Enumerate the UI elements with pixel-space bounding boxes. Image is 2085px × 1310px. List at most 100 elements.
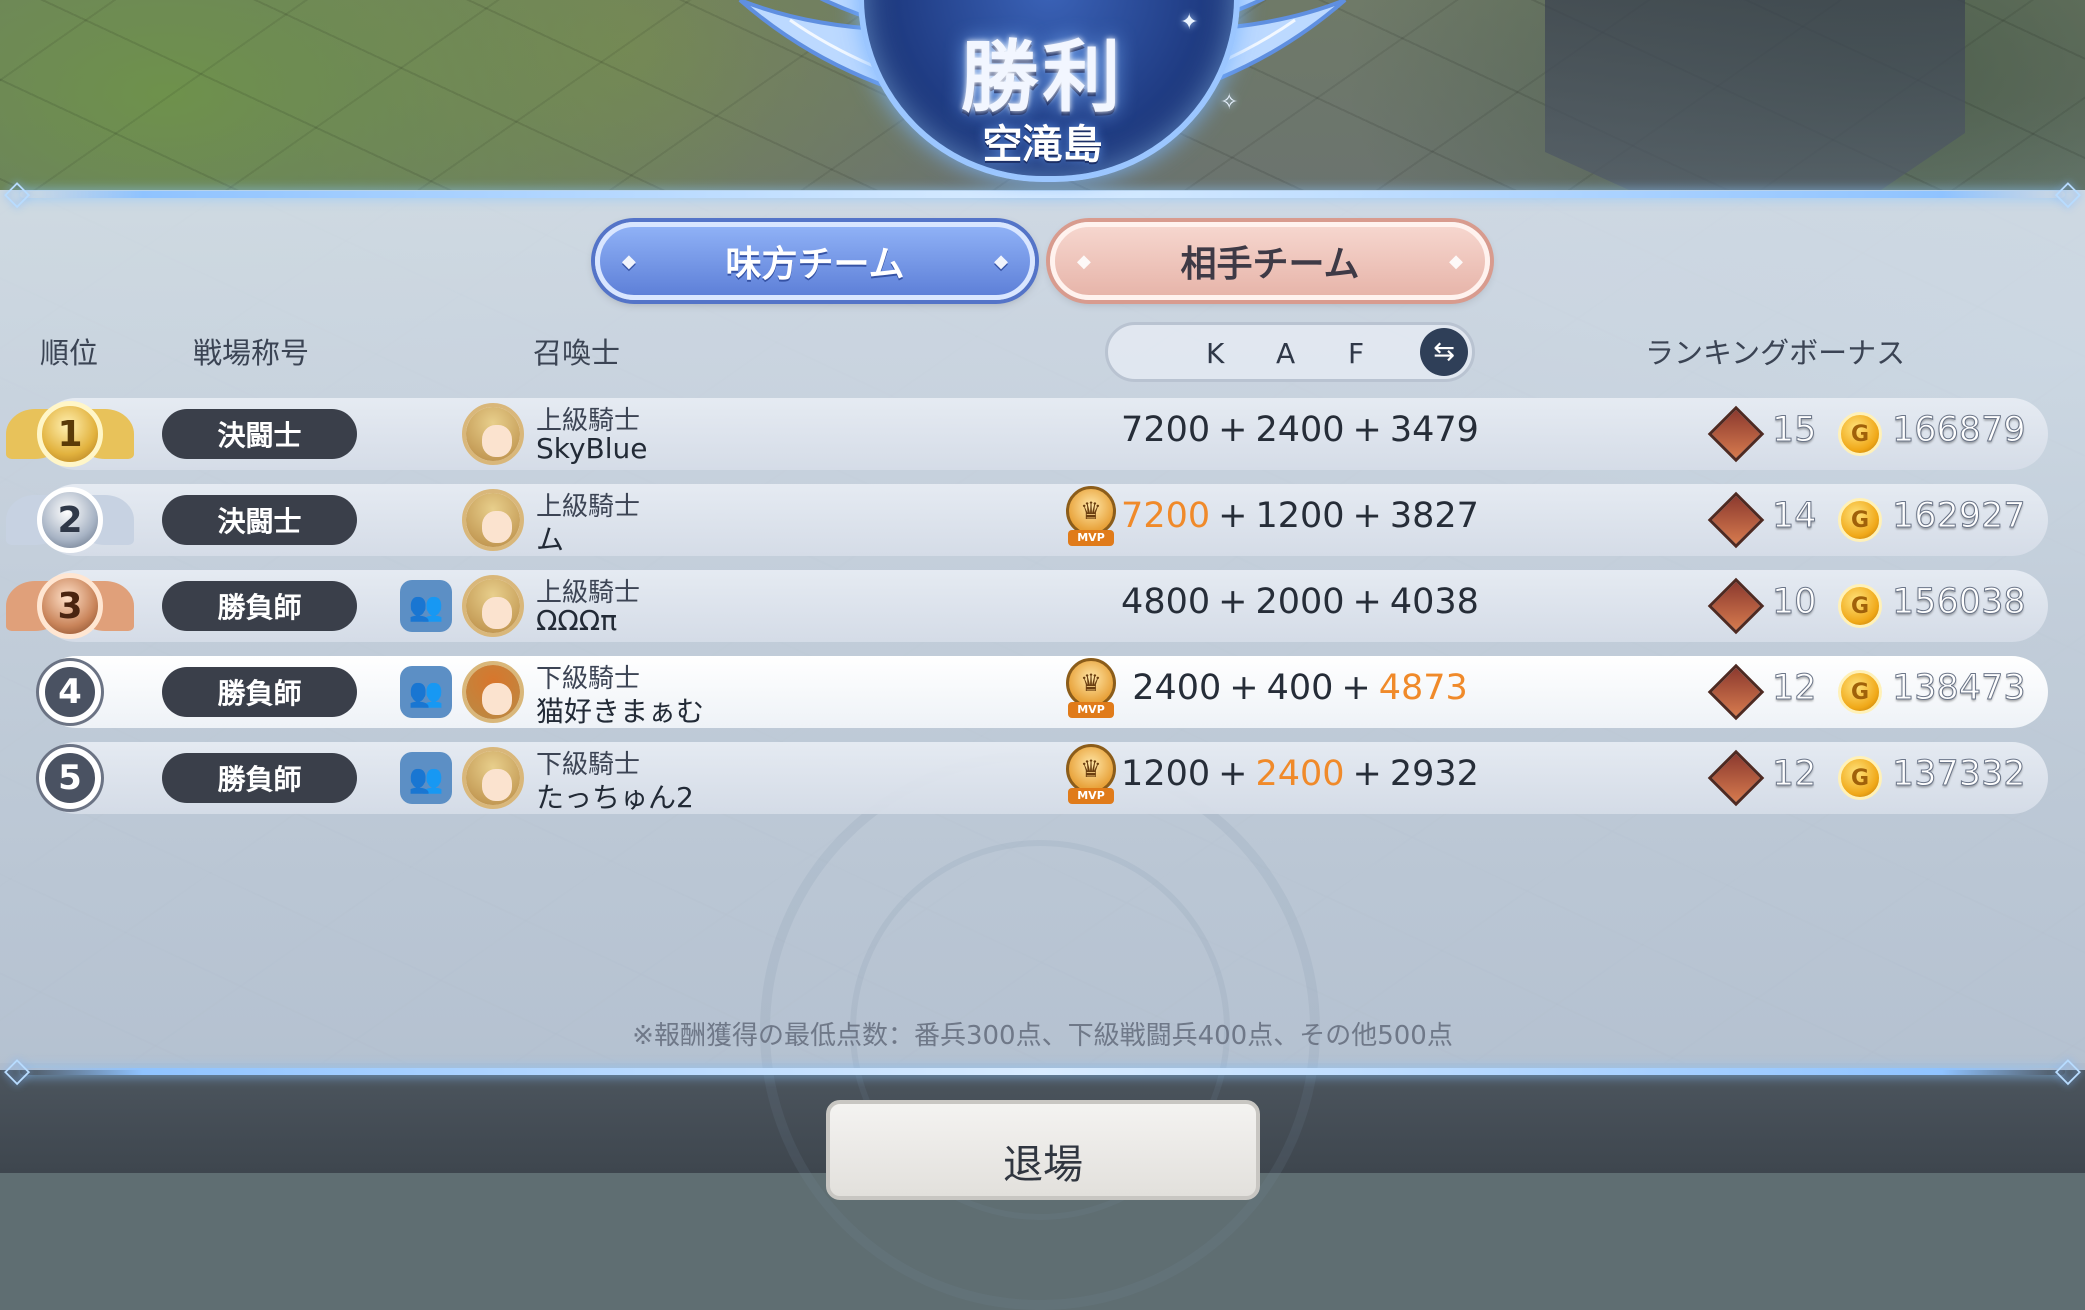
victory-emblem: ✦ ✦ ✧ 勝利 空滝島 — [700, 0, 1385, 190]
victory-title: 勝利 — [960, 33, 1125, 123]
crest-icon — [1707, 491, 1765, 549]
gold-bonus-amount: 156038 — [1892, 582, 2027, 623]
diamond-icon: ◆ — [994, 250, 1008, 272]
reward-note: ※報酬獲得の最低点数：番兵300点、下級戦闘兵400点、その他500点 — [632, 1021, 1453, 1051]
plus-sign: + — [1352, 496, 1382, 536]
summoner-avatar[interactable] — [462, 747, 524, 809]
gold-bonus-amount: 138473 — [1892, 668, 2027, 709]
diamond-icon: ◆ — [1449, 250, 1463, 272]
battle-title-badge: 決闘士 — [162, 495, 357, 545]
score-k: 2400 — [1132, 668, 1222, 708]
border-ornament-icon: ◇ — [2054, 173, 2081, 213]
kaf-score: 1200 +2400 +2932 — [1120, 754, 1480, 794]
panel-top-border — [20, 191, 2065, 198]
border-ornament-icon: ◇ — [2054, 1050, 2081, 1090]
kaf-score: 2400 +400 +4873 — [1120, 668, 1480, 708]
mvp-medal-icon: ♛ MVP — [1062, 486, 1120, 548]
gold-bonus-amount: 166879 — [1892, 410, 2027, 451]
mvp-medal-icon: ♛ MVP — [1062, 744, 1120, 806]
score-f: 3479 — [1389, 410, 1479, 450]
plus-sign: + — [1218, 582, 1248, 622]
column-header-f: F — [1348, 337, 1365, 370]
gold-coin-icon: G — [1838, 412, 1882, 456]
crest-icon — [1707, 663, 1765, 721]
kaf-score: 7200 +2400 +3479 — [1120, 410, 1480, 450]
diamond-icon: ◆ — [622, 250, 636, 272]
score-a: 400 — [1266, 668, 1334, 708]
gold-coin-icon: G — [1838, 584, 1882, 628]
rank-medal: 1 — [0, 391, 140, 477]
score-k: 7200 — [1121, 496, 1211, 536]
kaf-score: 4800 +2000 +4038 — [1120, 582, 1480, 622]
border-ornament-icon: ◇ — [4, 1050, 31, 1090]
plus-sign: + — [1352, 754, 1382, 794]
rank-number: 5 — [39, 747, 101, 809]
tab-ally-team[interactable]: ◆ 味方チーム ◆ — [595, 222, 1035, 300]
score-f: 2932 — [1389, 754, 1479, 794]
score-k: 4800 — [1121, 582, 1211, 622]
gold-coin-icon: G — [1838, 756, 1882, 800]
battle-title-badge: 勝負師 — [162, 667, 357, 717]
crest-icon — [1707, 405, 1765, 463]
summoner-avatar[interactable] — [462, 489, 524, 551]
summoner-name: ΩΩΩπ — [536, 604, 618, 637]
column-header-bonus: ランキングボーナス — [1645, 336, 1906, 370]
kaf-score: 7200 +1200 +3827 — [1120, 496, 1480, 536]
rank-medal: 4 — [0, 649, 140, 735]
exit-button[interactable]: 退場 — [826, 1100, 1260, 1200]
exit-button-label: 退場 — [1003, 1142, 1083, 1188]
battle-title-badge: 勝負師 — [162, 581, 357, 631]
summoner-name: 猫好きまぁむ — [536, 695, 705, 728]
score-a: 2000 — [1255, 582, 1345, 622]
crest-bonus-count: 12 — [1772, 668, 1818, 709]
gold-bonus-amount: 137332 — [1892, 754, 2027, 795]
crest-bonus-count: 14 — [1772, 496, 1818, 537]
summoner-name: SkyBlue — [536, 432, 648, 465]
score-f: 4873 — [1378, 668, 1468, 708]
rank-number: 1 — [37, 401, 103, 467]
gold-coin-icon: G — [1838, 670, 1882, 714]
score-a: 2400 — [1255, 410, 1345, 450]
kaf-header: K A F ⇆ — [1105, 322, 1475, 382]
plus-sign: + — [1218, 496, 1248, 536]
party-icon: 👥 — [400, 666, 452, 718]
crest-bonus-count: 10 — [1772, 582, 1818, 623]
plus-sign: + — [1218, 410, 1248, 450]
tab-enemy-team[interactable]: ◆ 相手チーム ◆ — [1050, 222, 1490, 300]
score-f: 4038 — [1389, 582, 1479, 622]
score-k: 1200 — [1121, 754, 1211, 794]
map-name: 空滝島 — [982, 122, 1103, 168]
plus-sign: + — [1218, 754, 1248, 794]
summoner-avatar[interactable] — [462, 403, 524, 465]
summoner-name: ム — [536, 523, 565, 556]
diamond-icon: ◆ — [1077, 250, 1091, 272]
score-a: 1200 — [1255, 496, 1345, 536]
score-k: 7200 — [1121, 410, 1211, 450]
summoner-avatar[interactable] — [462, 575, 524, 637]
swap-icon[interactable]: ⇆ — [1420, 328, 1468, 376]
summoner-name: たっちゅん2 — [536, 781, 694, 814]
crest-icon — [1707, 749, 1765, 807]
plus-sign: + — [1341, 668, 1371, 708]
rank-medal: 5 — [0, 735, 140, 821]
rank-medal: 2 — [0, 477, 140, 563]
summoner-avatar[interactable] — [462, 661, 524, 723]
crest-bonus-count: 12 — [1772, 754, 1818, 795]
battle-title-badge: 決闘士 — [162, 409, 357, 459]
column-header-a: A — [1276, 337, 1296, 370]
tab-ally-team-label: 味方チーム — [725, 244, 905, 285]
battle-title-badge: 勝負師 — [162, 753, 357, 803]
score-f: 3827 — [1389, 496, 1479, 536]
gold-bonus-amount: 162927 — [1892, 496, 2027, 537]
plus-sign: + — [1229, 668, 1259, 708]
rank-number: 4 — [39, 661, 101, 723]
rank-medal: 3 — [0, 563, 140, 649]
plus-sign: + — [1352, 410, 1382, 450]
rank-number: 3 — [37, 573, 103, 639]
panel-bottom-border — [20, 1068, 2065, 1075]
tab-enemy-team-label: 相手チーム — [1180, 244, 1360, 285]
column-header-summoner: 召喚士 — [533, 336, 621, 370]
column-header-title: 戦場称号 — [193, 336, 310, 370]
column-header-rank: 順位 — [40, 336, 99, 370]
crest-bonus-count: 15 — [1772, 410, 1818, 451]
